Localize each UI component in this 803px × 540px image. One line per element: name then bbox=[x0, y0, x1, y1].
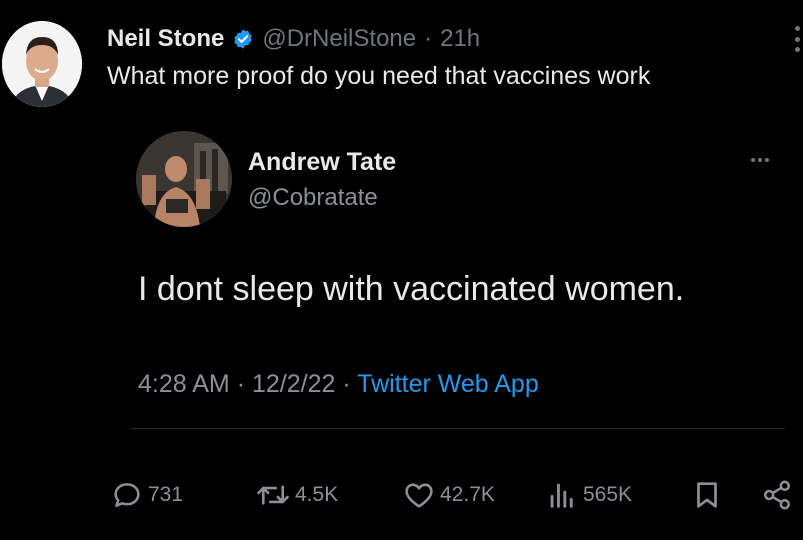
like-button[interactable]: 42.7K bbox=[402, 470, 495, 520]
heart-icon bbox=[405, 483, 433, 508]
retweet-count: 4.5K bbox=[295, 483, 339, 506]
bookmark-button[interactable] bbox=[690, 470, 724, 520]
views-count: 565K bbox=[583, 483, 633, 506]
meta-separator: · bbox=[342, 370, 351, 398]
quoted-date: 12/2/22 bbox=[251, 370, 336, 398]
views-button[interactable]: 565K bbox=[545, 470, 632, 520]
quoted-author-handle: @Cobratate bbox=[248, 184, 378, 211]
action-bar: 731 4.5K 42.7K 565K bbox=[0, 470, 803, 520]
bookmark-icon bbox=[697, 482, 717, 508]
quoted-tweet-meta: 4:28 AM · 12/2/22 · Twitter Web App bbox=[138, 370, 539, 399]
like-count: 42.7K bbox=[440, 483, 495, 506]
quoted-tweet-text: I dont sleep with vaccinated women. bbox=[138, 270, 685, 308]
share-nodes-icon bbox=[763, 480, 791, 510]
speech-bubble-icon bbox=[114, 483, 140, 507]
retweet-icon bbox=[257, 485, 289, 505]
tweet-text: What more proof do you need that vaccine… bbox=[107, 62, 651, 90]
author-avatar[interactable] bbox=[2, 21, 82, 107]
header-separator: · bbox=[424, 25, 433, 52]
meta-separator: · bbox=[236, 370, 246, 398]
verified-badge-icon bbox=[234, 29, 253, 49]
bar-chart-icon bbox=[550, 483, 573, 508]
reply-button[interactable]: 731 bbox=[110, 470, 183, 520]
quoted-source: Twitter Web App bbox=[357, 370, 539, 398]
author-name[interactable]: Neil Stone bbox=[107, 25, 224, 53]
tweet-time[interactable]: 21h bbox=[440, 25, 480, 53]
more-horizontal-icon bbox=[751, 158, 769, 162]
share-button[interactable] bbox=[760, 470, 794, 520]
quoted-tweet[interactable]: Andrew Tate @Cobratate I dont sleep with… bbox=[130, 120, 785, 429]
tweet-header: Neil Stone @DrNeilStone · 21h bbox=[107, 24, 480, 54]
author-handle[interactable]: @DrNeilStone bbox=[262, 25, 416, 53]
reply-count: 731 bbox=[148, 483, 184, 506]
more-vertical-icon[interactable] bbox=[793, 26, 801, 52]
quoted-author-avatar bbox=[136, 131, 232, 227]
retweet-button[interactable]: 4.5K bbox=[255, 470, 338, 520]
quoted-author-name: Andrew Tate bbox=[248, 148, 397, 176]
quoted-time: 4:28 AM bbox=[138, 370, 230, 398]
